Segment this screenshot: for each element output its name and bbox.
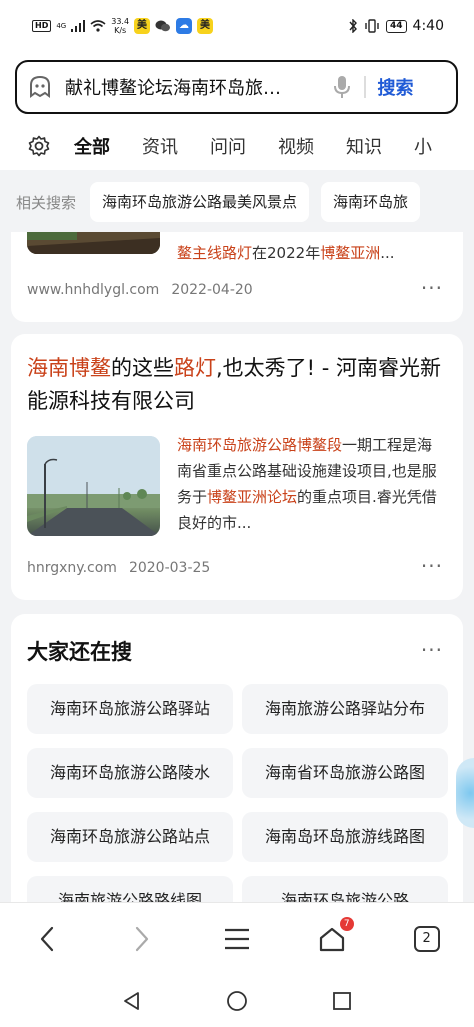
result-source: hnrgxny.com (27, 560, 117, 576)
browser-bottom-nav: 7 2 (0, 902, 474, 974)
wechat-icon (155, 20, 171, 32)
search-divider (364, 76, 366, 98)
menu-icon (224, 928, 249, 949)
status-bar: HD 4G 33.4 K/s 美 ☁ 美 44 4:40 (0, 0, 474, 52)
results-list: 鳌主线路灯在2022年博鳌亚洲... www.hnhdlygl.com 2022-… (0, 232, 474, 902)
category-tabs: 全部 资讯 问问 视频 知识 小 (0, 122, 474, 170)
people-also-search-card: 大家还在搜 ··· 海南环岛旅游公路驿站 海南旅游公路驿站分布 海南环岛旅游公路… (11, 614, 463, 902)
result-source: www.hnhdlygl.com (27, 282, 160, 298)
result-thumbnail[interactable] (27, 232, 160, 254)
chevron-left-icon (41, 926, 54, 951)
system-back-icon[interactable] (122, 991, 142, 1011)
suggestion-button[interactable]: 海南环岛旅游公路驿站 (27, 684, 233, 734)
result-snippet: 鳌主线路灯在2022年博鳌亚洲... (177, 244, 395, 262)
suggestion-button[interactable]: 海南岛环岛旅游线路图 (242, 812, 448, 862)
vibrate-icon (365, 19, 379, 33)
chevron-right-icon (136, 926, 149, 951)
signal-icon (71, 20, 86, 32)
result-title[interactable]: 海南博鳌的这些路灯,也太秀了! - 河南睿光新能源科技有限公司 (27, 352, 447, 418)
system-recents-icon[interactable] (332, 991, 352, 1011)
search-button[interactable]: 搜索 (378, 74, 414, 100)
wifi-icon (90, 20, 106, 32)
result-meta: hnrgxny.com 2020-03-25 (27, 560, 210, 576)
microphone-icon[interactable] (328, 73, 356, 101)
home-button[interactable]: 7 (302, 909, 362, 969)
forward-button[interactable] (112, 909, 172, 969)
result-date: 2022-04-20 (171, 282, 253, 298)
network-type: 4G (56, 21, 67, 30)
notification-badge: 7 (339, 916, 354, 931)
result-snippet: 海南环岛旅游公路博鳌段一期工程是海南省重点公路基础设施建设项目,也是服务于博鳌亚… (177, 436, 437, 532)
tabs-button[interactable]: 2 (397, 909, 457, 969)
tabs-count: 2 (413, 925, 440, 952)
back-button[interactable] (17, 909, 77, 969)
result-card[interactable]: 海南博鳌的这些路灯,也太秀了! - 河南睿光新能源科技有限公司 海南环岛旅游公路… (11, 334, 463, 600)
cloud-app-icon: ☁ (176, 18, 193, 34)
related-searches-label: 相关搜索 (16, 193, 77, 212)
tab-knowledge[interactable]: 知识 (346, 133, 382, 159)
system-nav-bar (0, 974, 474, 1027)
network-speed: 33.4 K/s (111, 17, 130, 35)
suggestion-button[interactable]: 海南省环岛旅游公路图 (242, 748, 448, 798)
tab-qa[interactable]: 问问 (210, 133, 246, 159)
suggestion-button[interactable]: 海南旅游公路驿站分布 (242, 684, 448, 734)
suggestion-button[interactable]: 海南旅游公路路线图 (27, 876, 233, 902)
tab-mini[interactable]: 小 (414, 133, 432, 159)
bluetooth-icon (349, 19, 357, 33)
result-meta: www.hnhdlygl.com 2022-04-20 (27, 282, 253, 298)
menu-button[interactable] (207, 909, 267, 969)
search-header: 献礼博鳌论坛海南环岛旅… 搜索 (0, 52, 474, 122)
search-input[interactable]: 献礼博鳌论坛海南环岛旅… (65, 74, 320, 100)
hd-indicator: HD (32, 20, 52, 32)
suggestion-button[interactable]: 海南环岛旅游公路陵水 (27, 748, 233, 798)
tab-news[interactable]: 资讯 (142, 133, 178, 159)
tab-video[interactable]: 视频 (278, 133, 314, 159)
meituan-app-icon: 美 (134, 18, 151, 34)
more-options-icon[interactable]: ··· (421, 638, 443, 662)
battery-icon: 44 (386, 19, 407, 33)
suggestion-button[interactable]: 海南环岛旅游公路站点 (27, 812, 233, 862)
system-home-icon[interactable] (226, 990, 248, 1012)
related-searches: 相关搜索 海南环岛旅游公路最美风景点 海南环岛旅 (0, 172, 474, 232)
related-chip[interactable]: 海南环岛旅 (321, 182, 421, 222)
meituan-app-icon-2: 美 (197, 18, 214, 34)
search-box[interactable]: 献礼博鳌论坛海南环岛旅… 搜索 (15, 60, 458, 114)
result-date: 2020-03-25 (128, 560, 211, 576)
related-chip[interactable]: 海南环岛旅游公路最美风景点 (90, 182, 310, 222)
result-card[interactable]: 鳌主线路灯在2022年博鳌亚洲... www.hnhdlygl.com 2022-… (11, 232, 463, 322)
more-options-icon[interactable]: ··· (421, 276, 443, 300)
result-thumbnail[interactable] (27, 436, 160, 536)
more-options-icon[interactable]: ··· (421, 554, 443, 578)
floating-assistant-button[interactable] (456, 758, 474, 828)
suggestion-button[interactable]: 海南环岛旅游公路 (242, 876, 448, 902)
clock: 4:40 (412, 18, 444, 34)
tab-all[interactable]: 全部 (74, 133, 110, 159)
ghost-logo-icon (30, 75, 50, 98)
gear-icon[interactable] (28, 135, 50, 157)
people-also-search-title: 大家还在搜 (27, 640, 132, 664)
